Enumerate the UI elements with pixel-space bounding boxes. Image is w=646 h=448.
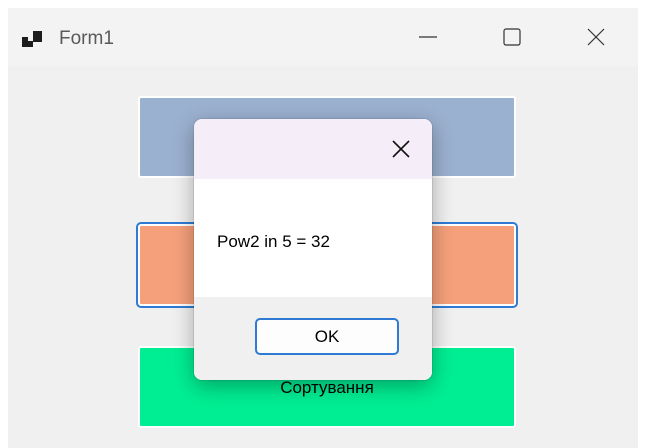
message-box-body: Pow2 in 5 = 32 — [194, 179, 432, 297]
ok-button[interactable]: OK — [255, 318, 399, 355]
close-button[interactable] — [554, 8, 638, 66]
close-icon — [392, 140, 410, 158]
window-title: Form1 — [59, 28, 114, 49]
message-box: Pow2 in 5 = 32 OK — [194, 119, 432, 380]
sort-button-label: Сортування — [280, 378, 374, 397]
message-box-close-button[interactable] — [384, 133, 418, 165]
close-icon — [587, 28, 605, 46]
message-box-header — [194, 119, 432, 179]
maximize-icon — [503, 28, 521, 46]
message-box-footer: OK — [194, 297, 432, 380]
maximize-button[interactable] — [470, 8, 554, 66]
minimize-icon — [419, 36, 437, 38]
message-text: Pow2 in 5 = 32 — [217, 232, 330, 251]
app-window-icon — [22, 31, 42, 47]
minimize-button[interactable] — [386, 8, 470, 66]
title-bar[interactable]: Form1 — [8, 8, 638, 66]
